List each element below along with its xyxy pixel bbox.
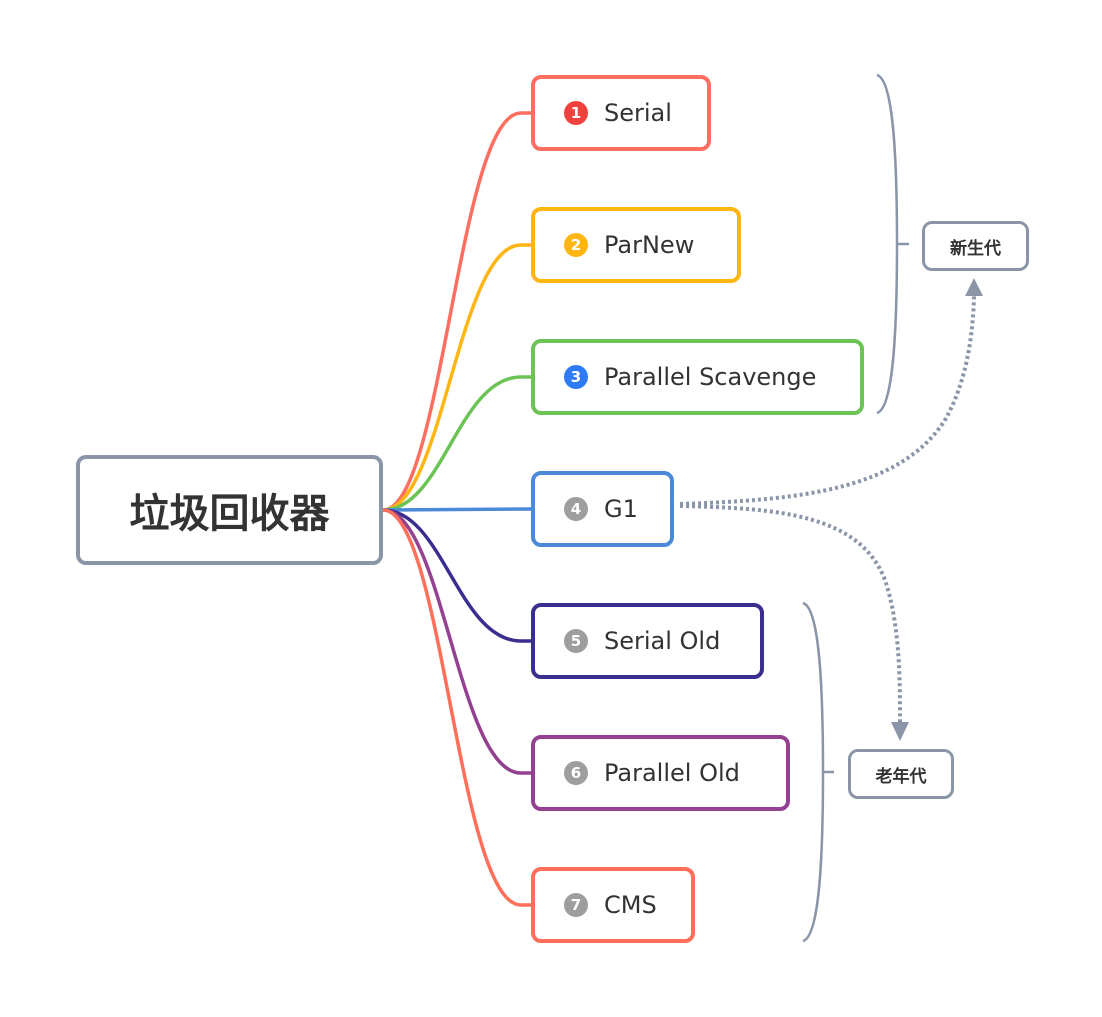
topic-label: Parallel Scavenge xyxy=(604,363,817,391)
summary-old-generation[interactable]: 老年代 xyxy=(848,749,954,799)
topic-parallel-scavenge[interactable]: 3 Parallel Scavenge xyxy=(531,339,864,415)
topic-parallel-old[interactable]: 6 Parallel Old xyxy=(531,735,790,811)
priority-3-icon: 3 xyxy=(564,365,588,389)
topic-label: Serial xyxy=(604,99,672,127)
priority-4-icon: 4 xyxy=(564,497,588,521)
root-topic[interactable]: 垃圾回收器 xyxy=(76,455,383,565)
topic-serial[interactable]: 1 Serial xyxy=(531,75,711,151)
topic-label: G1 xyxy=(604,495,638,523)
branch-line-g1 xyxy=(381,507,533,512)
topic-cms[interactable]: 7 CMS xyxy=(531,867,695,943)
mind-map-canvas: 垃圾回收器 1 Serial 2 ParNew 3 Parallel Scave… xyxy=(0,0,1102,1017)
summary-label: 老年代 xyxy=(875,766,927,787)
priority-2-icon: 2 xyxy=(564,233,588,257)
topic-serial-old[interactable]: 5 Serial Old xyxy=(531,603,764,679)
topic-label: CMS xyxy=(604,891,657,919)
bracket-old-generation xyxy=(802,601,825,943)
relationship-g1-to-young-arrowhead-icon xyxy=(965,278,983,296)
priority-6-icon: 6 xyxy=(564,761,588,785)
topic-g1[interactable]: 4 G1 xyxy=(531,471,674,547)
topic-label: Serial Old xyxy=(604,627,721,655)
branch-line-serial xyxy=(381,111,533,512)
relationship-g1-to-old-arrowhead-icon xyxy=(891,722,909,741)
topic-label: Parallel Old xyxy=(604,759,740,787)
root-topic-label: 垃圾回收器 xyxy=(129,491,330,537)
summary-label: 新生代 xyxy=(950,238,1001,259)
summary-young-generation[interactable]: 新生代 xyxy=(922,221,1029,271)
branch-line-cms xyxy=(381,508,533,907)
bracket-young-generation xyxy=(876,73,899,415)
priority-7-icon: 7 xyxy=(564,893,588,917)
topic-parnew[interactable]: 2 ParNew xyxy=(531,207,741,283)
priority-5-icon: 5 xyxy=(564,629,588,653)
topic-label: ParNew xyxy=(604,231,695,259)
priority-1-icon: 1 xyxy=(564,101,588,125)
